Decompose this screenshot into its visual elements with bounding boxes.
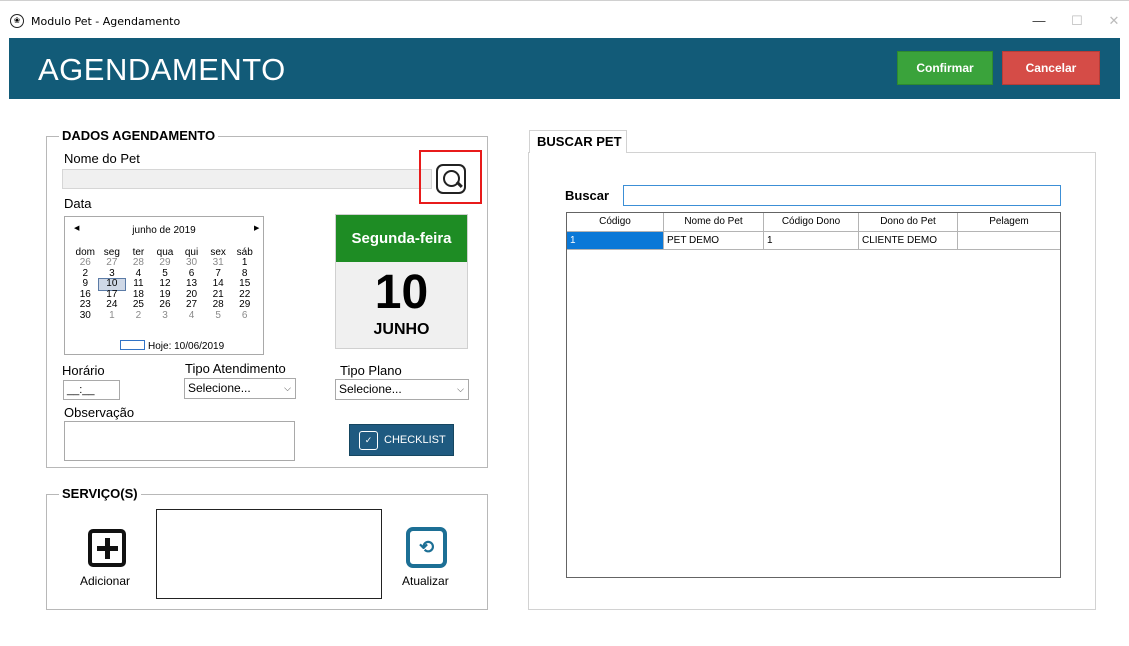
calendar-day[interactable]: 9	[72, 278, 99, 290]
add-service-label[interactable]: Adicionar	[80, 574, 130, 588]
calendar-next-button[interactable]: ▶	[254, 224, 259, 232]
horario-field[interactable]: __:__	[63, 380, 120, 400]
calendar-today[interactable]: Hoje: 10/06/2019	[120, 340, 224, 352]
calendar-day[interactable]: 25	[125, 299, 152, 311]
calendar-day[interactable]: 12	[152, 278, 179, 290]
calendar-day[interactable]: 27	[178, 299, 205, 311]
observacao-label: Observação	[64, 405, 135, 420]
page-title: AGENDAMENTO	[38, 52, 286, 87]
refresh-icon[interactable]: ⟲	[406, 527, 447, 568]
tipo-atendimento-label: Tipo Atendimento	[185, 361, 286, 376]
calendar-month-title[interactable]: junho de 2019	[65, 225, 263, 236]
month-calendar[interactable]: ◀ junho de 2019 ▶ dom seg ter qua qui sex sáb …	[64, 216, 264, 355]
tipo-plano-select[interactable]: Selecione... ⌵	[335, 379, 469, 400]
column-header[interactable]: Código Dono	[764, 213, 859, 232]
calendar-day[interactable]: 30	[178, 257, 205, 269]
column-header[interactable]: Dono do Pet	[859, 213, 958, 232]
tipo-plano-label: Tipo Plano	[340, 363, 402, 378]
calendar-days-grid[interactable]: 26 27 28 29 30 31 1 2 3 4 5 6 7 8 9 10 11 12 13 14 15 16 17 18 1…	[72, 257, 258, 322]
observacao-field[interactable]	[64, 421, 295, 461]
calendar-day[interactable]: 29	[231, 299, 258, 311]
services-list[interactable]	[156, 509, 382, 599]
tipo-plano-value: Selecione...	[339, 382, 402, 396]
table-cell[interactable]	[958, 232, 1060, 250]
magnifier-icon	[436, 164, 466, 194]
maximize-button[interactable]: ☐	[1062, 11, 1092, 31]
table-cell[interactable]: 1	[567, 232, 664, 250]
calendar-day[interactable]: 28	[125, 257, 152, 269]
column-header[interactable]: Nome do Pet	[664, 213, 764, 232]
date-card: Segunda-feira 10 JUNHO	[335, 214, 468, 349]
calendar-day[interactable]: 24	[99, 299, 126, 311]
calendar-day[interactable]: 28	[205, 299, 232, 311]
table-header-row: Código Nome do Pet Código Dono Dono do Pet P…	[567, 213, 1060, 232]
checklist-icon: ✓	[359, 430, 378, 450]
close-button[interactable]: ✕	[1099, 11, 1129, 31]
pets-table[interactable]: Código Nome do Pet Código Dono Dono do Pet P…	[566, 212, 1061, 578]
table-cell[interactable]: PET DEMO	[664, 232, 764, 250]
checklist-button[interactable]: ✓ CHECKLIST	[349, 424, 454, 456]
tab-buscar-pet[interactable]: BUSCAR PET	[529, 130, 627, 153]
column-header[interactable]: Pelagem	[958, 213, 1060, 232]
calendar-day[interactable]: 4	[178, 310, 205, 322]
date-card-day-number: 10	[374, 266, 429, 319]
calendar-day[interactable]: 5	[205, 310, 232, 322]
calendar-day[interactable]: 29	[152, 257, 179, 269]
servicos-legend: SERVIÇO(S)	[59, 486, 141, 501]
calendar-day[interactable]: 23	[72, 299, 99, 311]
paw-icon: ❀	[10, 14, 24, 28]
calendar-day[interactable]: 3	[152, 310, 179, 322]
checklist-label: CHECKLIST	[384, 434, 446, 446]
calendar-day[interactable]: 26	[152, 299, 179, 311]
cancel-button[interactable]: Cancelar	[1002, 51, 1100, 85]
calendar-day[interactable]: 11	[125, 278, 152, 290]
confirm-button[interactable]: Confirmar	[897, 51, 993, 85]
date-card-weekday: Segunda-feira	[336, 215, 467, 262]
header-bar: AGENDAMENTO Confirmar Cancelar	[9, 38, 1120, 99]
nome-pet-field[interactable]	[62, 169, 432, 189]
buscar-input[interactable]	[623, 185, 1061, 206]
calendar-day[interactable]: 1	[231, 257, 258, 269]
buscar-label: Buscar	[565, 188, 610, 203]
table-cell[interactable]: CLIENTE DEMO	[859, 232, 958, 250]
window-title: Modulo Pet - Agendamento	[31, 15, 181, 28]
tipo-atendimento-select[interactable]: Selecione... ⌵	[184, 378, 296, 399]
update-services-label[interactable]: Atualizar	[402, 574, 449, 588]
calendar-day[interactable]: 13	[178, 278, 205, 290]
calendar-day[interactable]: 26	[72, 257, 99, 269]
chevron-down-icon: ⌵	[284, 383, 291, 393]
chevron-down-icon: ⌵	[457, 384, 464, 394]
dados-agendamento-legend: DADOS AGENDAMENTO	[59, 128, 219, 143]
date-card-month: JUNHO	[373, 321, 430, 338]
calendar-day[interactable]: 30	[72, 310, 99, 322]
calendar-day[interactable]: 31	[205, 257, 232, 269]
calendar-day-selected[interactable]: 10	[97, 278, 127, 291]
search-pet-button[interactable]	[419, 150, 482, 204]
plus-square-icon[interactable]	[88, 529, 126, 567]
table-cell[interactable]: 1	[764, 232, 859, 250]
tipo-atendimento-value: Selecione...	[188, 381, 251, 395]
nome-pet-label: Nome do Pet	[64, 151, 140, 166]
calendar-day[interactable]: 15	[231, 278, 258, 290]
minimize-button[interactable]: —	[1024, 11, 1054, 31]
horario-label: Horário	[62, 363, 105, 378]
calendar-day[interactable]: 14	[205, 278, 232, 290]
calendar-day[interactable]: 2	[125, 310, 152, 322]
calendar-day[interactable]: 6	[231, 310, 258, 322]
calendar-day[interactable]: 27	[99, 257, 126, 269]
data-label: Data	[64, 196, 92, 211]
calendar-today-label[interactable]: Hoje: 10/06/2019	[148, 341, 224, 352]
window-title-bar: ❀ Modulo Pet - Agendamento — ☐ ✕	[0, 0, 1129, 38]
table-row[interactable]: 1 PET DEMO 1 CLIENTE DEMO	[567, 232, 1060, 250]
calendar-day[interactable]: 1	[99, 310, 126, 322]
column-header[interactable]: Código	[567, 213, 664, 232]
